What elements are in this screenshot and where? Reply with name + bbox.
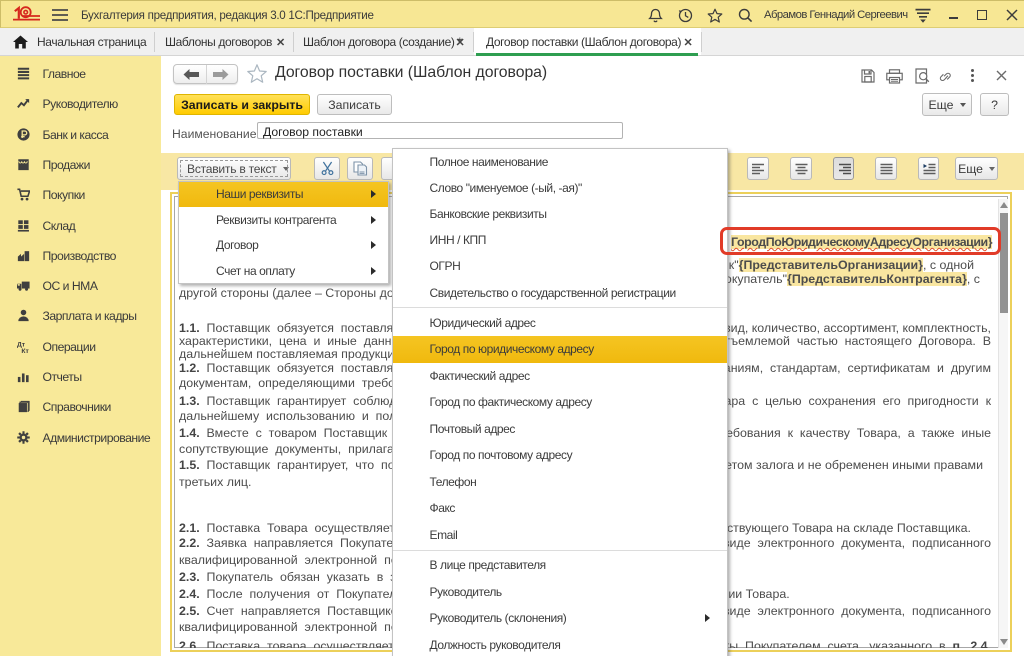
svg-text:Кт: Кт (21, 348, 29, 353)
